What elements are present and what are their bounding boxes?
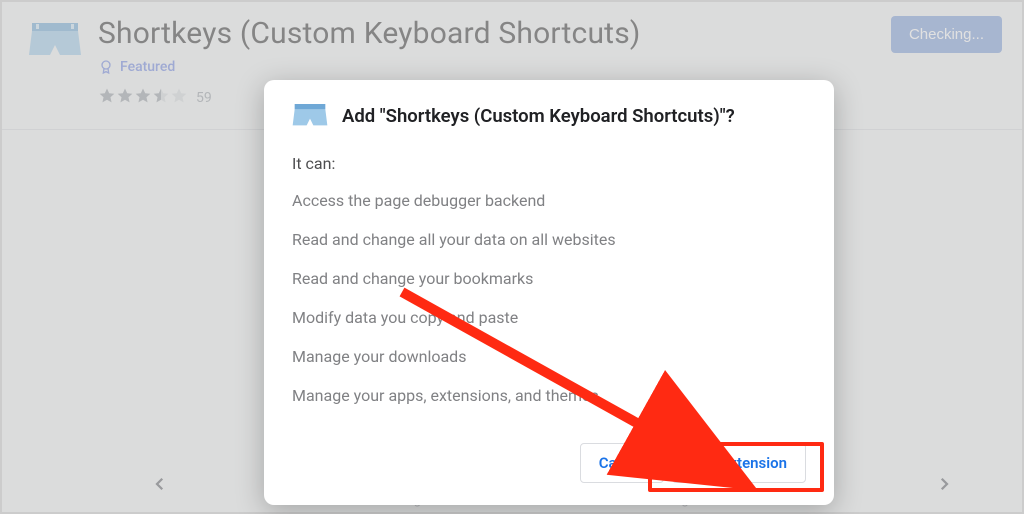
permissions-list: Access the page debugger backend Read and… <box>292 191 806 405</box>
permission-item: Manage your apps, extensions, and themes <box>292 386 806 405</box>
permission-item: Read and change all your data on all web… <box>292 230 806 249</box>
permission-item: Access the page debugger backend <box>292 191 806 210</box>
permission-item: Manage your downloads <box>292 347 806 366</box>
permission-item: Modify data you copy and paste <box>292 308 806 327</box>
cancel-button[interactable]: Cancel <box>580 443 664 483</box>
permission-item: Read and change your bookmarks <box>292 269 806 288</box>
dialog-title: Add "Shortkeys (Custom Keyboard Shortcut… <box>342 105 735 127</box>
dialog-extension-icon <box>292 102 328 130</box>
install-dialog: Add "Shortkeys (Custom Keyboard Shortcut… <box>264 80 834 505</box>
add-extension-button[interactable]: Add extension <box>672 443 806 483</box>
permissions-heading: It can: <box>292 154 806 173</box>
